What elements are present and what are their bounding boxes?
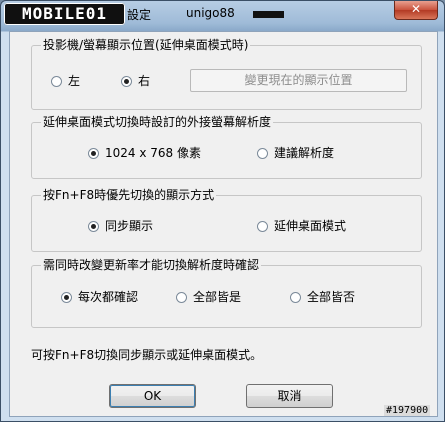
radio-circle-1024x768 bbox=[88, 148, 99, 159]
settings-window: MOBILE01 設定 unigo88 ✕ 投影機/螢幕顯示位置(延伸桌面模式時… bbox=[0, 0, 445, 422]
radio-mirror-display[interactable]: 同步顯示 bbox=[88, 219, 153, 233]
cancel-button[interactable]: 取消 bbox=[246, 384, 333, 408]
dialog-client-area: 投影機/螢幕顯示位置(延伸桌面模式時) 左 右 變更現在的顯示位置 延伸桌面模式… bbox=[9, 31, 438, 417]
radio-right[interactable]: 右 bbox=[121, 74, 150, 88]
radio-circle-left bbox=[51, 76, 62, 87]
radio-left[interactable]: 左 bbox=[51, 74, 80, 88]
radio-label-mirror: 同步顯示 bbox=[105, 219, 154, 233]
fn-f8-hint-text: 可按Fn+F8切換同步顯示或延伸桌面模式。 bbox=[31, 348, 263, 362]
radio-confirm-every-time[interactable]: 每次都確認 bbox=[61, 290, 138, 304]
post-id-watermark: #197900 bbox=[384, 405, 431, 416]
radio-circle-every-time bbox=[61, 292, 72, 303]
change-position-button[interactable]: 變更現在的顯示位置 bbox=[190, 69, 407, 92]
radio-extended-desktop[interactable]: 延伸桌面模式 bbox=[257, 219, 346, 233]
radio-label-every-time: 每次都確認 bbox=[78, 290, 139, 304]
window-username: unigo88 bbox=[186, 6, 235, 20]
radio-label-right: 右 bbox=[138, 74, 151, 88]
radio-yes-to-all[interactable]: 全部皆是 bbox=[176, 290, 241, 304]
radio-circle-no-to-all bbox=[290, 292, 301, 303]
radio-circle-extended bbox=[257, 221, 268, 232]
radio-label-no-to-all: 全部皆否 bbox=[307, 290, 356, 304]
mobile01-logo: MOBILE01 bbox=[4, 3, 125, 25]
radio-label-extended: 延伸桌面模式 bbox=[274, 219, 347, 233]
group-display-position: 投影機/螢幕顯示位置(延伸桌面模式時) 左 右 變更現在的顯示位置 bbox=[31, 38, 422, 110]
redaction-bar bbox=[253, 11, 284, 18]
group-title-refresh-confirm: 需同時改變更新率才能切換解析度時確認 bbox=[41, 258, 262, 272]
window-title: 設定 bbox=[127, 8, 152, 22]
ok-button[interactable]: OK bbox=[109, 384, 196, 408]
group-title-resolution: 延伸桌面模式切換時設訂的外接螢幕解析度 bbox=[41, 115, 274, 129]
radio-no-to-all[interactable]: 全部皆否 bbox=[290, 290, 355, 304]
group-title-fn-f8: 按Fn+F8時優先切換的顯示方式 bbox=[41, 188, 217, 202]
radio-circle-right bbox=[121, 76, 132, 87]
title-bar[interactable]: MOBILE01 設定 unigo88 ✕ bbox=[1, 1, 444, 28]
radio-label-yes-to-all: 全部皆是 bbox=[193, 290, 242, 304]
radio-circle-yes-to-all bbox=[176, 292, 187, 303]
radio-label-1024x768: 1024 x 768 像素 bbox=[105, 146, 201, 160]
group-title-display-position: 投影機/螢幕顯示位置(延伸桌面模式時) bbox=[41, 38, 251, 52]
radio-1024x768[interactable]: 1024 x 768 像素 bbox=[88, 146, 201, 160]
radio-label-recommended: 建議解析度 bbox=[274, 146, 335, 160]
radio-circle-mirror bbox=[88, 221, 99, 232]
group-resolution: 延伸桌面模式切換時設訂的外接螢幕解析度 1024 x 768 像素 建議解析度 bbox=[31, 115, 422, 179]
close-button[interactable]: ✕ bbox=[394, 1, 438, 20]
radio-label-left: 左 bbox=[68, 74, 81, 88]
group-refresh-confirm: 需同時改變更新率才能切換解析度時確認 每次都確認 全部皆是 全部皆否 bbox=[31, 258, 422, 328]
radio-circle-recommended bbox=[257, 148, 268, 159]
group-fn-f8-mode: 按Fn+F8時優先切換的顯示方式 同步顯示 延伸桌面模式 bbox=[31, 188, 422, 252]
radio-recommended-resolution[interactable]: 建議解析度 bbox=[257, 146, 334, 160]
